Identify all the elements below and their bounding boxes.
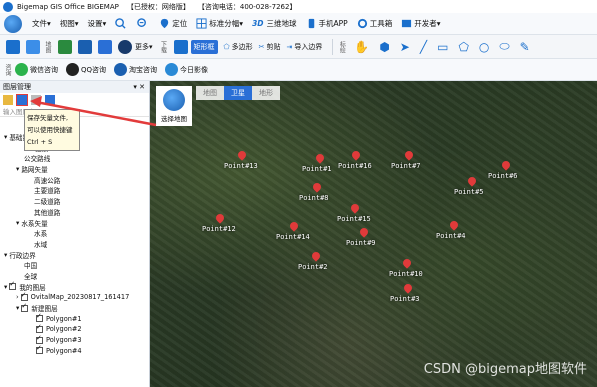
red-arrow-annotation xyxy=(30,96,157,127)
